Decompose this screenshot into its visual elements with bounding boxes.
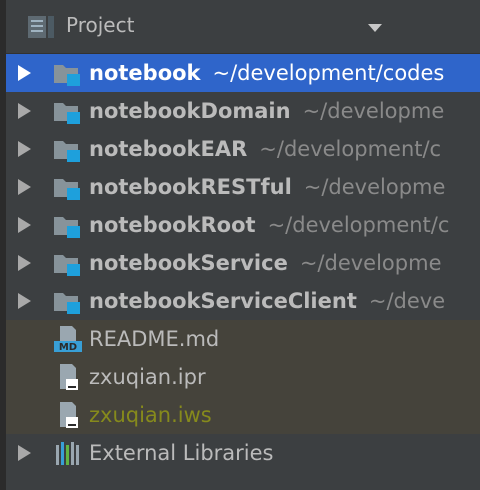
module-folder-icon bbox=[54, 141, 80, 162]
project-tree: notebook ~/development/codes notebookDoma… bbox=[6, 54, 480, 472]
markdown-file-icon: MD bbox=[54, 326, 82, 353]
markdown-file-icon-text: MD bbox=[59, 342, 77, 353]
module-name: notebookService bbox=[89, 251, 288, 275]
module-name: notebookDomain bbox=[89, 99, 291, 123]
module-path: ~/development/c bbox=[259, 137, 442, 161]
file-name: zxuqian.iws bbox=[89, 403, 212, 427]
tree-row-module-notebookrestful[interactable]: notebookRESTful ~/developme bbox=[6, 168, 480, 206]
tree-row-file-iws[interactable]: zxuqian.iws bbox=[6, 396, 480, 434]
tree-row-module-notebookserviceclient[interactable]: notebookServiceClient ~/deve bbox=[6, 282, 480, 320]
libraries-icon bbox=[56, 442, 79, 465]
file-name: zxuqian.ipr bbox=[89, 365, 206, 389]
tree-row-file-ipr[interactable]: zxuqian.ipr bbox=[6, 358, 480, 396]
file-name: README.md bbox=[89, 327, 220, 351]
project-tool-window: Project notebook ~/development/codes note… bbox=[0, 0, 480, 490]
module-path: ~/developme bbox=[299, 251, 442, 275]
tree-row-module-notebookservice[interactable]: notebookService ~/developme bbox=[6, 244, 480, 282]
module-name: notebookServiceClient bbox=[89, 289, 357, 313]
expand-arrow-icon[interactable] bbox=[18, 179, 31, 195]
module-path: ~/deve bbox=[368, 289, 446, 313]
expand-arrow-icon[interactable] bbox=[18, 217, 31, 233]
expand-arrow-icon[interactable] bbox=[18, 141, 31, 157]
expand-arrow-icon[interactable] bbox=[18, 255, 31, 271]
expand-arrow-icon[interactable] bbox=[18, 293, 31, 309]
module-path: ~/developme bbox=[303, 175, 446, 199]
module-name: notebookEAR bbox=[89, 137, 248, 161]
module-folder-icon bbox=[54, 103, 80, 124]
tree-row-module-notebookdomain[interactable]: notebookDomain ~/developme bbox=[6, 92, 480, 130]
view-selector-chevron-down-icon[interactable] bbox=[368, 24, 382, 32]
module-folder-icon bbox=[54, 255, 80, 276]
project-view-icon bbox=[28, 16, 54, 38]
tree-row-module-notebookroot[interactable]: notebookRoot ~/development/c bbox=[6, 206, 480, 244]
tree-row-external-libraries[interactable]: External Libraries bbox=[6, 434, 480, 472]
module-path: ~/development/c bbox=[267, 213, 450, 237]
expand-arrow-icon[interactable] bbox=[18, 65, 31, 81]
workspace-file-icon bbox=[60, 402, 78, 428]
tree-row-module-notebookear[interactable]: notebookEAR ~/development/c bbox=[6, 130, 480, 168]
module-folder-icon bbox=[54, 293, 80, 314]
external-libraries-label: External Libraries bbox=[89, 441, 274, 465]
module-folder-icon bbox=[54, 179, 80, 200]
module-name: notebook bbox=[89, 61, 201, 85]
tree-row-file-readme[interactable]: MD README.md bbox=[6, 320, 480, 358]
tree-row-module-notebook[interactable]: notebook ~/development/codes bbox=[6, 54, 480, 92]
expand-arrow-icon[interactable] bbox=[18, 103, 31, 119]
expand-arrow-icon[interactable] bbox=[18, 445, 31, 461]
module-path: ~/developme bbox=[302, 99, 445, 123]
project-view-title[interactable]: Project bbox=[66, 13, 134, 37]
module-path: ~/development/codes bbox=[212, 61, 445, 85]
module-name: notebookRoot bbox=[89, 213, 256, 237]
module-name: notebookRESTful bbox=[89, 175, 292, 199]
module-folder-icon bbox=[54, 65, 80, 86]
project-file-icon bbox=[60, 364, 78, 390]
module-folder-icon bbox=[54, 217, 80, 238]
project-view-header: Project bbox=[6, 0, 480, 54]
